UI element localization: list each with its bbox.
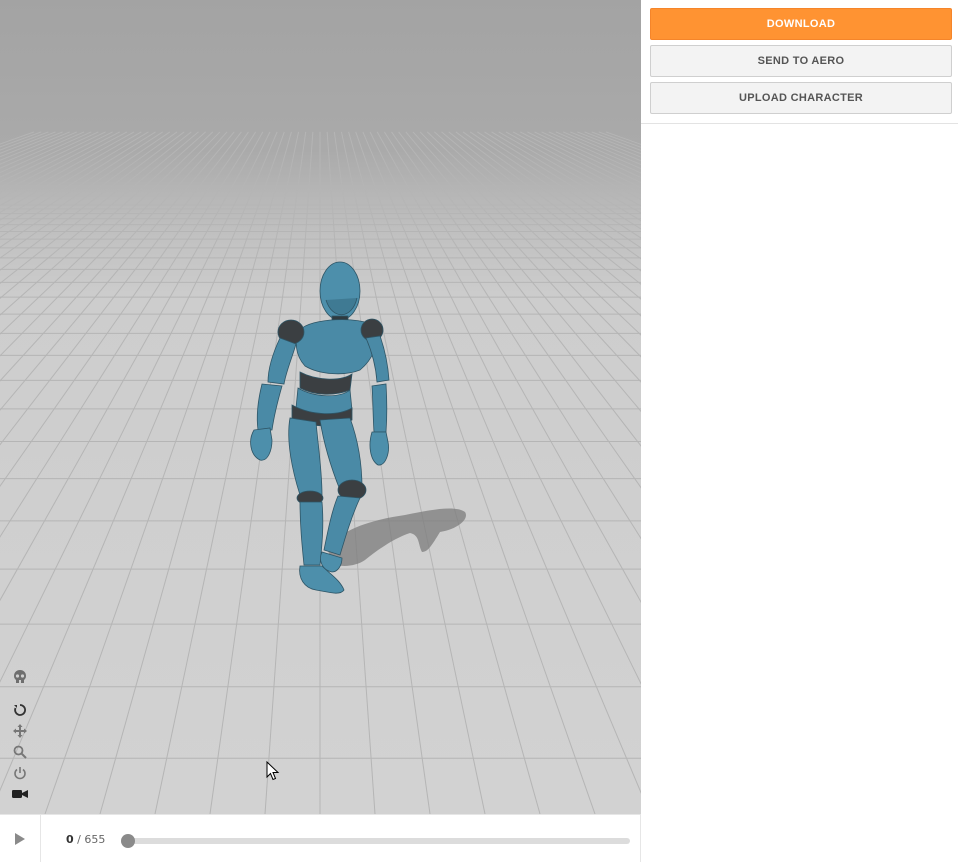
reset-view-icon[interactable] [11,701,29,719]
play-icon [14,832,26,846]
camera-icon[interactable] [11,785,29,803]
frame-counter: 0 / 655 [66,833,105,846]
upload-character-button[interactable]: UPLOAD CHARACTER [650,82,952,114]
mouse-cursor-icon [266,761,280,781]
action-buttons: DOWNLOAD SEND TO AERO UPLOAD CHARACTER [641,0,958,124]
timeline-bar: 0 / 655 [0,814,641,862]
character-model[interactable] [0,0,641,814]
scrubber-handle[interactable] [121,834,135,848]
zoom-icon[interactable] [11,743,29,761]
app: 0 / 655 DOWNLOAD SEND TO AERO UPLOAD CHA… [0,0,958,862]
download-button[interactable]: DOWNLOAD [650,8,952,40]
send-to-aero-button[interactable]: SEND TO AERO [650,45,952,77]
3d-viewport[interactable] [0,0,641,814]
power-icon[interactable] [11,764,29,782]
frame-separator: / [74,833,85,846]
skeleton-icon[interactable] [11,668,29,686]
pan-icon[interactable] [11,722,29,740]
side-panel: DOWNLOAD SEND TO AERO UPLOAD CHARACTER [641,0,958,862]
total-frames: 655 [84,833,105,846]
current-frame: 0 [66,833,74,846]
play-button[interactable] [0,815,41,862]
scrubber-track[interactable] [127,838,630,844]
